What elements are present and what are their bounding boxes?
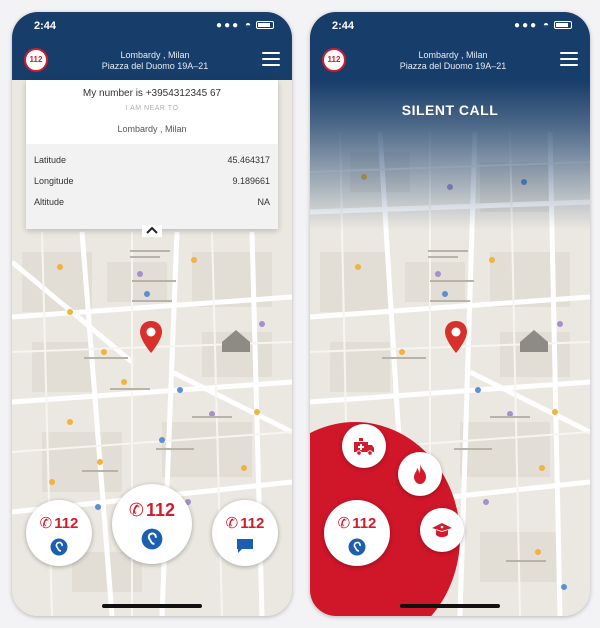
coord-value: 9.189661 <box>232 176 270 186</box>
status-bar: 2:44 ●●● ◓ <box>12 12 292 38</box>
coord-row-longitude: Longitude 9.189661 <box>26 171 278 192</box>
phone-handset-icon: ✆ <box>128 500 145 520</box>
hamburger-menu-icon[interactable] <box>262 52 280 66</box>
current-address: Lombardy , Milan Piazza del Duomo 19A–21 <box>358 50 548 72</box>
address-line-1: Lombardy , Milan <box>120 50 190 60</box>
police-icon <box>432 523 452 537</box>
coord-label: Altitude <box>34 197 65 207</box>
battery-icon <box>554 21 572 30</box>
police-button[interactable] <box>420 508 464 552</box>
phone-handset-icon: ✆ <box>39 515 53 532</box>
collapse-card-button[interactable] <box>142 225 162 237</box>
app-logo: 112 <box>322 48 346 72</box>
hamburger-menu-icon[interactable] <box>560 52 578 66</box>
coord-label: Longitude <box>34 176 74 186</box>
call-112-chat-button[interactable]: ✆ 112 <box>212 500 278 566</box>
address-line-1: Lombardy , Milan <box>418 50 488 60</box>
call-number: ✆ 112 <box>225 515 265 532</box>
fire-button[interactable] <box>398 452 442 496</box>
silent-call-title: SILENT CALL <box>401 102 499 118</box>
location-pin-icon <box>140 321 162 353</box>
coordinates-list: Latitude 45.464317 Longitude 9.189661 Al… <box>26 144 278 229</box>
call-number: ✆ 112 <box>128 500 176 520</box>
coord-value: 45.464317 <box>227 155 270 165</box>
status-icons: ●●● ◓ <box>514 20 572 31</box>
signal-icon: ●●● ◓ <box>216 20 253 31</box>
address-line-2: Piazza del Duomo 19A–21 <box>101 61 209 71</box>
phone-handset-icon: ✆ <box>225 515 239 532</box>
ear-icon <box>50 538 68 556</box>
near-label: I AM NEAR TO <box>125 105 179 112</box>
near-value: Lombardy , Milan <box>117 124 187 134</box>
home-indicator <box>400 604 500 608</box>
coord-row-altitude: Altitude NA <box>26 192 278 213</box>
phone-screen-silent-call: SILENT CALL 2:44 ●●● ◓ 112 Lombardy , Mi… <box>310 12 590 616</box>
ambulance-button[interactable] <box>342 424 386 468</box>
app-logo: 112 <box>24 48 48 72</box>
ambulance-icon <box>354 438 374 456</box>
ear-icon <box>348 538 366 556</box>
battery-icon <box>256 21 274 30</box>
phone-handset-icon: ✆ <box>337 515 351 532</box>
status-time: 2:44 <box>34 20 57 32</box>
address-line-2: Piazza del Duomo 19A–21 <box>399 61 507 71</box>
app-header: 2:44 ●●● ◓ 112 Lombardy , Milan Piazza d… <box>310 12 590 80</box>
coord-row-latitude: Latitude 45.464317 <box>26 150 278 171</box>
status-icons: ●●● ◓ <box>216 20 274 31</box>
location-pin-icon <box>445 321 467 353</box>
call-number: ✆ 112 <box>337 515 377 532</box>
chevron-up-icon <box>146 226 158 234</box>
my-number: My number is +3954312345 67 <box>82 88 222 99</box>
call-number: ✆ 112 <box>39 515 79 532</box>
current-address: Lombardy , Milan Piazza del Duomo 19A–21 <box>60 50 250 72</box>
coord-label: Latitude <box>34 155 67 165</box>
call-112-hearing-button[interactable]: ✆ 112 <box>26 500 92 566</box>
phone-screen-location: 2:44 ●●● ◓ 112 Lombardy , Milan Piazza d… <box>12 12 292 616</box>
status-time: 2:44 <box>332 20 355 32</box>
call-112-hearing-button[interactable]: ✆ 112 <box>324 500 390 566</box>
call-112-main-button[interactable]: ✆ 112 <box>112 484 192 564</box>
home-indicator <box>102 604 202 608</box>
chat-icon <box>237 539 253 553</box>
fire-icon <box>414 464 426 484</box>
signal-icon: ●●● ◓ <box>514 20 551 31</box>
location-info-card: My number is +3954312345 67 I AM NEAR TO… <box>26 80 278 237</box>
coord-value: NA <box>257 197 270 207</box>
ear-icon <box>141 528 163 550</box>
status-bar: 2:44 ●●● ◓ <box>310 12 590 38</box>
app-header: 2:44 ●●● ◓ 112 Lombardy , Milan Piazza d… <box>12 12 292 80</box>
